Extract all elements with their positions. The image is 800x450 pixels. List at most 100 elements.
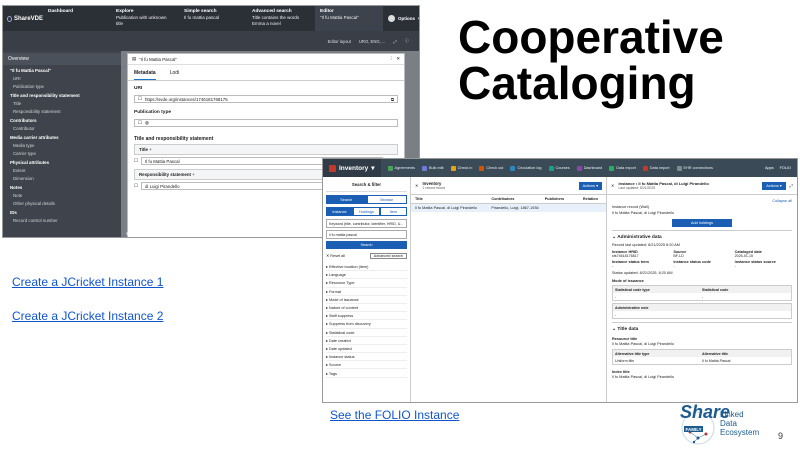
instance-segment[interactable]: Instance xyxy=(326,207,353,216)
accordion-title-data[interactable]: ⌄ Title data xyxy=(612,322,792,334)
filter-accordion[interactable]: ▸ Mode of issuance xyxy=(326,296,407,304)
language-select[interactable]: URO, ENG, ... xyxy=(359,39,386,44)
search-button[interactable]: Search xyxy=(326,241,407,249)
app-check-in[interactable]: Check in xyxy=(448,165,476,171)
sidebar-item[interactable]: Extent xyxy=(3,167,121,175)
sidebar-item[interactable]: Media type xyxy=(3,142,121,150)
col-publishers[interactable]: Publishers xyxy=(545,197,583,201)
add-icon[interactable]: + xyxy=(149,147,152,152)
browse-tab[interactable]: Browse xyxy=(366,195,407,204)
sidebar-item[interactable]: Note xyxy=(3,192,121,200)
app-courses[interactable]: Courses xyxy=(546,165,573,171)
close-icon[interactable]: ✕ xyxy=(611,183,615,188)
folio-user-menu[interactable]: FOLIO xyxy=(780,166,791,170)
app-bulk-edit[interactable]: Bulk edit xyxy=(419,165,447,171)
filter-accordion[interactable]: ▸ Date updated xyxy=(326,345,407,354)
app-ehr-connections[interactable]: EHR connections xyxy=(674,165,716,171)
filter-accordion[interactable]: ▸ Source xyxy=(326,361,407,370)
checkbox-icon[interactable]: ☐ xyxy=(138,96,142,102)
sidebar-item[interactable]: Media carrier attributes xyxy=(3,132,121,141)
filter-accordion[interactable]: ▸ Effective location (item) xyxy=(326,263,407,272)
filter-accordion[interactable]: ▸ Date created xyxy=(326,337,407,345)
app-data-export[interactable]: Data export xyxy=(606,165,639,171)
col-contributors[interactable]: Contributors xyxy=(491,197,544,201)
sidebar-item[interactable]: Record control number xyxy=(3,217,121,225)
add-property-button[interactable]: ⊕ Add property xyxy=(126,231,157,237)
sidebar-item[interactable]: Notes xyxy=(3,182,121,191)
sharevde-user-menu[interactable]: Options ▾ xyxy=(383,6,419,31)
results-actions-button[interactable]: Actions ▾ xyxy=(578,181,602,190)
sidebar-item[interactable]: Dimension xyxy=(3,175,121,183)
app-icon xyxy=(676,165,682,171)
filter-accordion[interactable]: ▸ Suppress from discovery xyxy=(326,320,407,329)
tab-lodi[interactable]: Lodi xyxy=(170,70,179,80)
sidebar-item[interactable]: Contributors xyxy=(3,115,121,124)
close-icon[interactable]: ✕ xyxy=(415,183,419,188)
reset-all-button[interactable]: ✕ Reset all xyxy=(326,253,345,259)
table-row[interactable]: Il fu Mattia Pascal, di Luigi Pirandello… xyxy=(411,204,606,212)
advanced-search-button[interactable]: Advanced search xyxy=(369,253,407,259)
holdings-segment[interactable]: Holdings xyxy=(353,207,380,216)
sidebar-item[interactable]: Carrier type xyxy=(3,150,121,158)
tab-metadata[interactable]: Metadata xyxy=(134,70,156,80)
filter-accordion[interactable]: ▸ Instance status xyxy=(326,353,407,362)
publication-type-field[interactable]: ☐ ◍ xyxy=(134,119,398,127)
link-jcricket-instance-2[interactable]: Create a JCricket Instance 2 xyxy=(12,309,163,323)
nav-item-dashboard[interactable]: Dashboard xyxy=(43,6,111,31)
nav-item-simple-search[interactable]: Simple search Il fu mattia pascal xyxy=(179,6,247,31)
sidebar-item[interactable]: "Il fu Mattia Pascal" xyxy=(3,67,121,75)
app-dashboard[interactable]: Dashboard xyxy=(574,165,606,171)
sidebar-item[interactable]: Title and responsibility statement xyxy=(3,90,121,99)
app-agreements[interactable]: Agreements xyxy=(385,165,418,171)
nav-item-editor[interactable]: Editor "Il fu Mattia Pascal" xyxy=(315,6,383,31)
col-title[interactable]: Title xyxy=(415,197,491,201)
link-jcricket-instance-1[interactable]: Create a JCricket Instance 1 xyxy=(12,275,163,289)
add-holdings-button[interactable]: Add holdings xyxy=(672,219,732,227)
app-check-out[interactable]: Check out xyxy=(476,165,506,171)
filter-accordion[interactable]: ▸ Statistical code xyxy=(326,329,407,337)
checkbox-icon[interactable]: ☐ xyxy=(134,158,138,164)
accordion-administrative-data[interactable]: ⌄ Administrative data xyxy=(612,230,792,242)
sidebar-item[interactable]: IDs xyxy=(3,207,121,216)
close-icon[interactable]: ✕ xyxy=(396,56,400,62)
expand-icon[interactable]: ⤢ xyxy=(393,39,396,44)
filter-accordion[interactable]: ▸ Resource Type xyxy=(326,279,407,288)
app-data-import[interactable]: Data import xyxy=(640,165,673,171)
sidebar-item[interactable]: URI xyxy=(3,75,121,83)
sidebar-item[interactable]: Publication type xyxy=(3,83,121,91)
app-circulation-log[interactable]: Circulation log xyxy=(507,165,544,171)
editor-layout-select[interactable]: Editor layout xyxy=(328,39,351,44)
nav-item-advanced-search[interactable]: Advanced search Title contains the words … xyxy=(247,6,315,31)
search-tab[interactable]: Search xyxy=(326,195,367,204)
apps-menu[interactable]: Apps xyxy=(765,166,774,170)
nav-item-explore[interactable]: Explore Publication with unknown title xyxy=(111,6,179,31)
filter-accordion[interactable]: ▸ Tags xyxy=(326,369,407,378)
sidebar-item[interactable]: Physical attributes xyxy=(3,157,121,166)
search-field-select[interactable]: Keyword (title, contributor, identifier,… xyxy=(326,219,407,228)
search-input[interactable]: il fu mattia pascal xyxy=(326,230,407,239)
checkbox-icon[interactable]: ☐ xyxy=(134,183,138,189)
link-folio-instance[interactable]: See the FOLIO Instance xyxy=(330,408,459,422)
admin-field: Instance status source - xyxy=(734,260,776,268)
col-relation[interactable]: Relation xyxy=(583,197,602,201)
add-icon[interactable]: + xyxy=(192,172,195,177)
filter-accordion[interactable]: ▸ Staff suppress xyxy=(326,312,407,321)
item-segment[interactable]: Item xyxy=(380,207,407,216)
more-icon[interactable]: ⋮ xyxy=(389,56,393,62)
sidebar-item[interactable]: Other physical details xyxy=(3,200,121,208)
checkbox-icon[interactable]: ☐ xyxy=(138,120,142,126)
filter-accordion[interactable]: ▸ Format xyxy=(326,288,407,296)
sharevde-logo[interactable]: ShareVDE xyxy=(3,6,43,31)
alternative-titles-table: Alternative title type Alternative title … xyxy=(612,349,792,365)
expand-icon[interactable]: ⤢ xyxy=(790,183,793,188)
info-icon[interactable]: ⓘ xyxy=(405,38,409,44)
copy-icon[interactable]: ⧉ xyxy=(391,97,394,102)
sidebar-item[interactable]: Title xyxy=(3,100,121,108)
filter-accordion[interactable]: ▸ Nature of content xyxy=(326,304,407,313)
uri-field[interactable]: ☐ https://svde.org/instances/17461817681… xyxy=(134,95,398,103)
detail-actions-button[interactable]: Actions ▾ xyxy=(762,181,786,190)
sidebar-item[interactable]: Responsibility statement xyxy=(3,108,121,116)
folio-app-inventory[interactable]: Inventory ▾ xyxy=(323,159,381,177)
sidebar-item[interactable]: Contributor xyxy=(3,125,121,133)
filter-accordion[interactable]: ▸ Language xyxy=(326,271,407,280)
